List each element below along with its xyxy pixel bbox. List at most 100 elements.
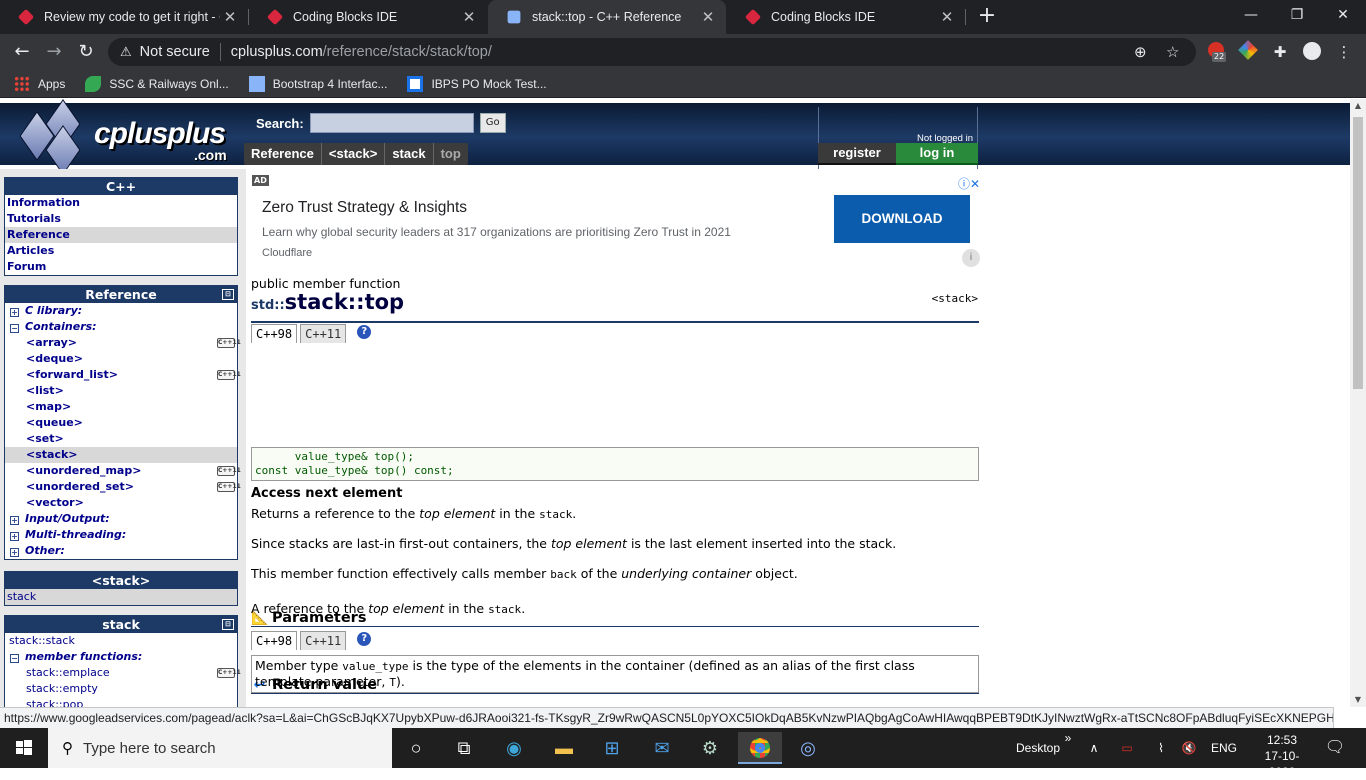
cortana-icon[interactable]: ○ [400, 732, 432, 764]
close-icon[interactable]: ✕ [459, 8, 479, 26]
namespace-prefix[interactable]: std:: [251, 298, 285, 313]
back-link[interactable]: back [550, 568, 577, 581]
sidebar-item-forum[interactable]: Forum [5, 259, 237, 275]
tab-review-code[interactable]: Review my code to get it right - C ✕ [0, 0, 248, 34]
sidebar-item-unordered-map[interactable]: <unordered_map> C++11 [5, 463, 241, 479]
chevron-icon[interactable]: » [1060, 728, 1076, 768]
close-window-button[interactable]: ✕ [1320, 0, 1366, 30]
wifi-icon[interactable]: ⌇ [1150, 728, 1172, 768]
color-picker-extension-icon[interactable] [1238, 40, 1258, 62]
star-icon[interactable]: ☆ [1166, 43, 1179, 61]
panel-toggle-icon[interactable]: ⊟ [222, 619, 234, 630]
sidebar-item-stack-stack[interactable]: stack::stack [5, 633, 237, 649]
scroll-up-icon[interactable]: ▲ [1350, 99, 1366, 113]
close-icon[interactable]: ✕ [698, 8, 718, 26]
sidebar-item-set[interactable]: <set> [5, 431, 237, 447]
sidebar-item-stack-empty[interactable]: stack::empty [5, 681, 237, 697]
search-input[interactable] [309, 113, 474, 133]
search-go-button[interactable]: Go [479, 113, 506, 133]
zoom-icon[interactable]: ⊕ [1134, 43, 1147, 61]
sidebar-item-multi-threading[interactable]: + Multi-threading: [5, 527, 237, 543]
sidebar-item-stack-pop[interactable]: stack::pop [5, 697, 237, 707]
sidebar-item-c-library[interactable]: + C library: [5, 303, 237, 319]
notifications-icon[interactable]: 🗨 [1320, 728, 1350, 768]
bookmark-ibps[interactable]: IBPS PO Mock Test... [407, 75, 547, 92]
expand-icon[interactable]: + [10, 532, 19, 541]
sidebar-item-unordered-set[interactable]: <unordered_set> C++11 [5, 479, 241, 495]
sidebar-item-queue[interactable]: <queue> [5, 415, 237, 431]
sidebar-item-map[interactable]: <map> [5, 399, 237, 415]
close-icon[interactable]: ✕ [220, 8, 240, 26]
breadcrumb-reference[interactable]: Reference [244, 143, 322, 165]
sidebar-item-member-functions[interactable]: − member functions: [5, 649, 237, 665]
extension-icon[interactable]: 22 [1206, 42, 1227, 62]
forward-arrow-icon[interactable]: → [40, 38, 68, 66]
stack-link[interactable]: stack [539, 508, 572, 521]
bookmark-bootstrap[interactable]: Bootstrap 4 Interfac... [248, 75, 387, 92]
panel-toggle-icon[interactable]: ⊟ [222, 289, 234, 300]
language-indicator[interactable]: ENG [1206, 728, 1242, 768]
windows-start-icon[interactable] [0, 728, 48, 768]
sidebar-item-deque[interactable]: <deque> [5, 351, 237, 367]
breadcrumb-stack-header[interactable]: <stack> [322, 143, 386, 165]
tab-cpp98[interactable]: C++98 [251, 324, 298, 343]
ad-banner[interactable]: AD ⓘ✕ Zero Trust Strategy & Insights Lea… [252, 175, 980, 267]
warning-icon[interactable]: ⚠ [120, 44, 132, 60]
reload-icon[interactable]: ↻ [72, 38, 100, 66]
ad-headline[interactable]: Zero Trust Strategy & Insights [262, 199, 467, 217]
chrome-secondary-icon[interactable]: ◎ [792, 732, 824, 764]
bookmark-ssc-railways[interactable]: SSC & Railways Onl... [85, 75, 229, 92]
expand-icon[interactable]: + [10, 516, 19, 525]
bookmark-apps[interactable]: Apps [14, 75, 65, 92]
sidebar-item-array[interactable]: <array> C++11 [5, 335, 241, 351]
address-bar[interactable]: ⚠ Not secure cplusplus.com /reference/st… [108, 38, 1196, 66]
puzzle-icon[interactable]: ✚ [1270, 42, 1290, 62]
sidebar-item-vector[interactable]: <vector> [5, 495, 237, 511]
edge-icon[interactable]: ◉ [498, 732, 530, 764]
store-icon[interactable]: ⊞ [596, 732, 628, 764]
tab-coding-blocks-ide-2[interactable]: Coding Blocks IDE ✕ [727, 0, 965, 34]
minimize-button[interactable]: — [1228, 0, 1274, 30]
sidebar-item-containers[interactable]: − Containers: [5, 319, 237, 335]
tab-cpp11[interactable]: C++11 [300, 324, 347, 343]
tray-up-icon[interactable]: ∧ [1084, 728, 1104, 768]
collapse-icon[interactable]: − [10, 324, 19, 333]
clock[interactable]: 12:53 17-10-2020 [1252, 728, 1312, 779]
cplusplus-logo[interactable]: cplusplus .com [8, 99, 240, 175]
new-tab-button[interactable]: + [976, 0, 998, 34]
sidebar-item-articles[interactable]: Articles [5, 243, 237, 259]
page-scrollbar[interactable]: ▲ ▼ [1350, 99, 1366, 707]
menu-icon[interactable]: ⋮ [1334, 42, 1354, 62]
volume-muted-icon[interactable]: 🔇 [1178, 728, 1200, 768]
profile-avatar-icon[interactable] [1302, 42, 1322, 62]
sidebar-item-list[interactable]: <list> [5, 383, 237, 399]
sidebar-item-reference[interactable]: Reference [5, 227, 237, 243]
mail-icon[interactable]: ✉ [646, 732, 678, 764]
sidebar-item-other[interactable]: + Other: [5, 543, 237, 559]
tab-coding-blocks-ide[interactable]: Coding Blocks IDE ✕ [249, 0, 487, 34]
desktop-toolbar[interactable]: Desktop [1010, 728, 1066, 768]
scroll-down-icon[interactable]: ▼ [1350, 693, 1366, 707]
expand-icon[interactable]: + [10, 548, 19, 557]
file-explorer-icon[interactable]: ▬ [548, 732, 580, 764]
stack-link[interactable]: stack [488, 603, 521, 616]
taskbar-search[interactable]: ⚲ Type here to search [48, 728, 392, 768]
register-button[interactable]: register [818, 143, 896, 165]
adchoices-icon[interactable]: ⓘ✕ [958, 175, 980, 192]
sidebar-item-stack-emplace[interactable]: stack::emplace C++11 [5, 665, 241, 681]
sidebar-item-forward-list[interactable]: <forward_list> C++11 [5, 367, 241, 383]
sidebar-item-stack[interactable]: stack [5, 589, 237, 605]
back-arrow-icon[interactable]: ← [8, 38, 36, 66]
maximize-button[interactable]: ❐ [1274, 0, 1320, 30]
settings-app-icon[interactable]: ⚙ [694, 732, 726, 764]
header-link[interactable]: <stack> [932, 292, 978, 305]
sidebar-item-information[interactable]: Information [5, 195, 237, 211]
info-icon[interactable]: i [962, 249, 980, 267]
ad-description[interactable]: Learn why global security leaders at 317… [262, 225, 731, 239]
task-view-icon[interactable]: ⧉ [448, 732, 480, 764]
ad-download-button[interactable]: DOWNLOAD [834, 195, 970, 243]
security-status[interactable]: Not secure [140, 44, 210, 60]
login-button[interactable]: log in [896, 143, 978, 165]
tab-stack-top[interactable]: stack::top - C++ Reference ✕ [488, 0, 726, 34]
collapse-icon[interactable]: − [10, 654, 19, 663]
